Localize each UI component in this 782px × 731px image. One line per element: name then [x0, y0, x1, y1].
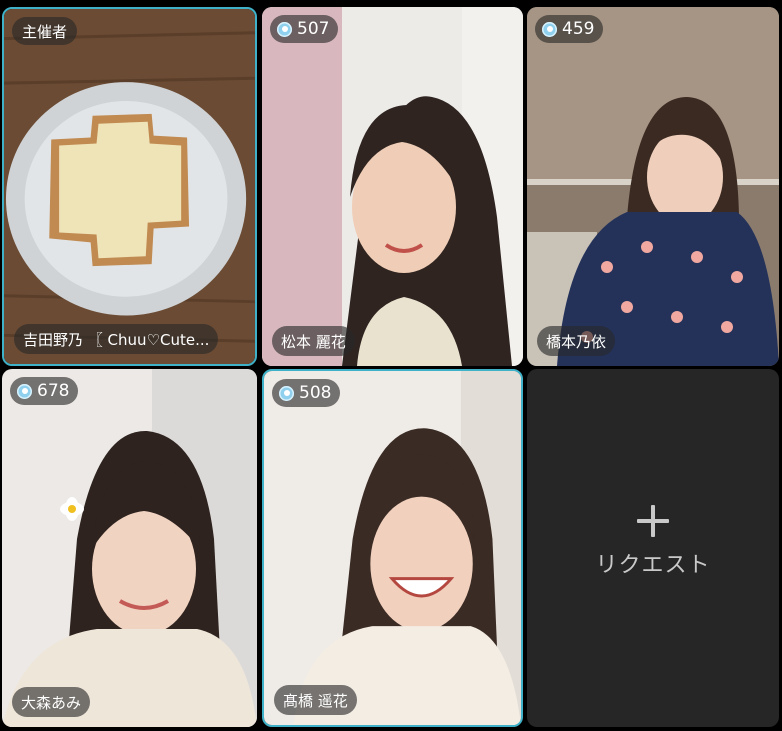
viewer-count-badge: 508 — [272, 379, 341, 407]
viewer-count: 459 — [562, 19, 595, 39]
request-label: リクエスト — [595, 553, 711, 578]
participant-tile[interactable]: 507 松本 麗花 — [262, 7, 523, 366]
viewer-count-badge: 507 — [270, 15, 339, 43]
participant-tile[interactable]: 459 橋本乃依 — [527, 7, 779, 366]
viewer-count: 508 — [299, 383, 332, 403]
participant-video-feed — [264, 371, 521, 725]
participant-name: 髙橋 遥花 — [274, 685, 357, 715]
viewer-icon — [17, 383, 32, 399]
collab-live-grid: 主催者 吉田野乃 〖 Chuu♡Cute... 507 松本 麗花 459 橋本… — [0, 0, 782, 731]
participant-tile-host[interactable]: 主催者 吉田野乃 〖 Chuu♡Cute... — [2, 7, 257, 366]
viewer-count-badge: 459 — [535, 15, 604, 43]
participant-name: 松本 麗花 — [272, 326, 355, 356]
viewer-count-badge: 678 — [10, 377, 79, 405]
viewer-count: 507 — [297, 19, 330, 39]
host-badge: 主催者 — [12, 17, 78, 45]
participant-name: 橋本乃依 — [537, 326, 616, 356]
participant-tile[interactable]: 508 髙橋 遥花 — [262, 369, 523, 727]
viewer-icon — [279, 385, 294, 401]
viewer-icon — [277, 21, 292, 37]
participant-name: 大森あみ — [12, 687, 91, 717]
viewer-count: 678 — [37, 381, 70, 401]
participant-video-feed — [2, 369, 257, 727]
participant-video-feed — [262, 7, 523, 366]
host-video-feed — [4, 9, 255, 364]
plus-icon — [637, 505, 669, 537]
request-slot-button[interactable]: リクエスト — [527, 369, 779, 727]
participant-name: 吉田野乃 〖 Chuu♡Cute... — [14, 324, 219, 354]
viewer-icon — [542, 21, 557, 37]
participant-video-feed — [527, 7, 779, 366]
participant-tile[interactable]: 678 大森あみ — [2, 369, 257, 727]
